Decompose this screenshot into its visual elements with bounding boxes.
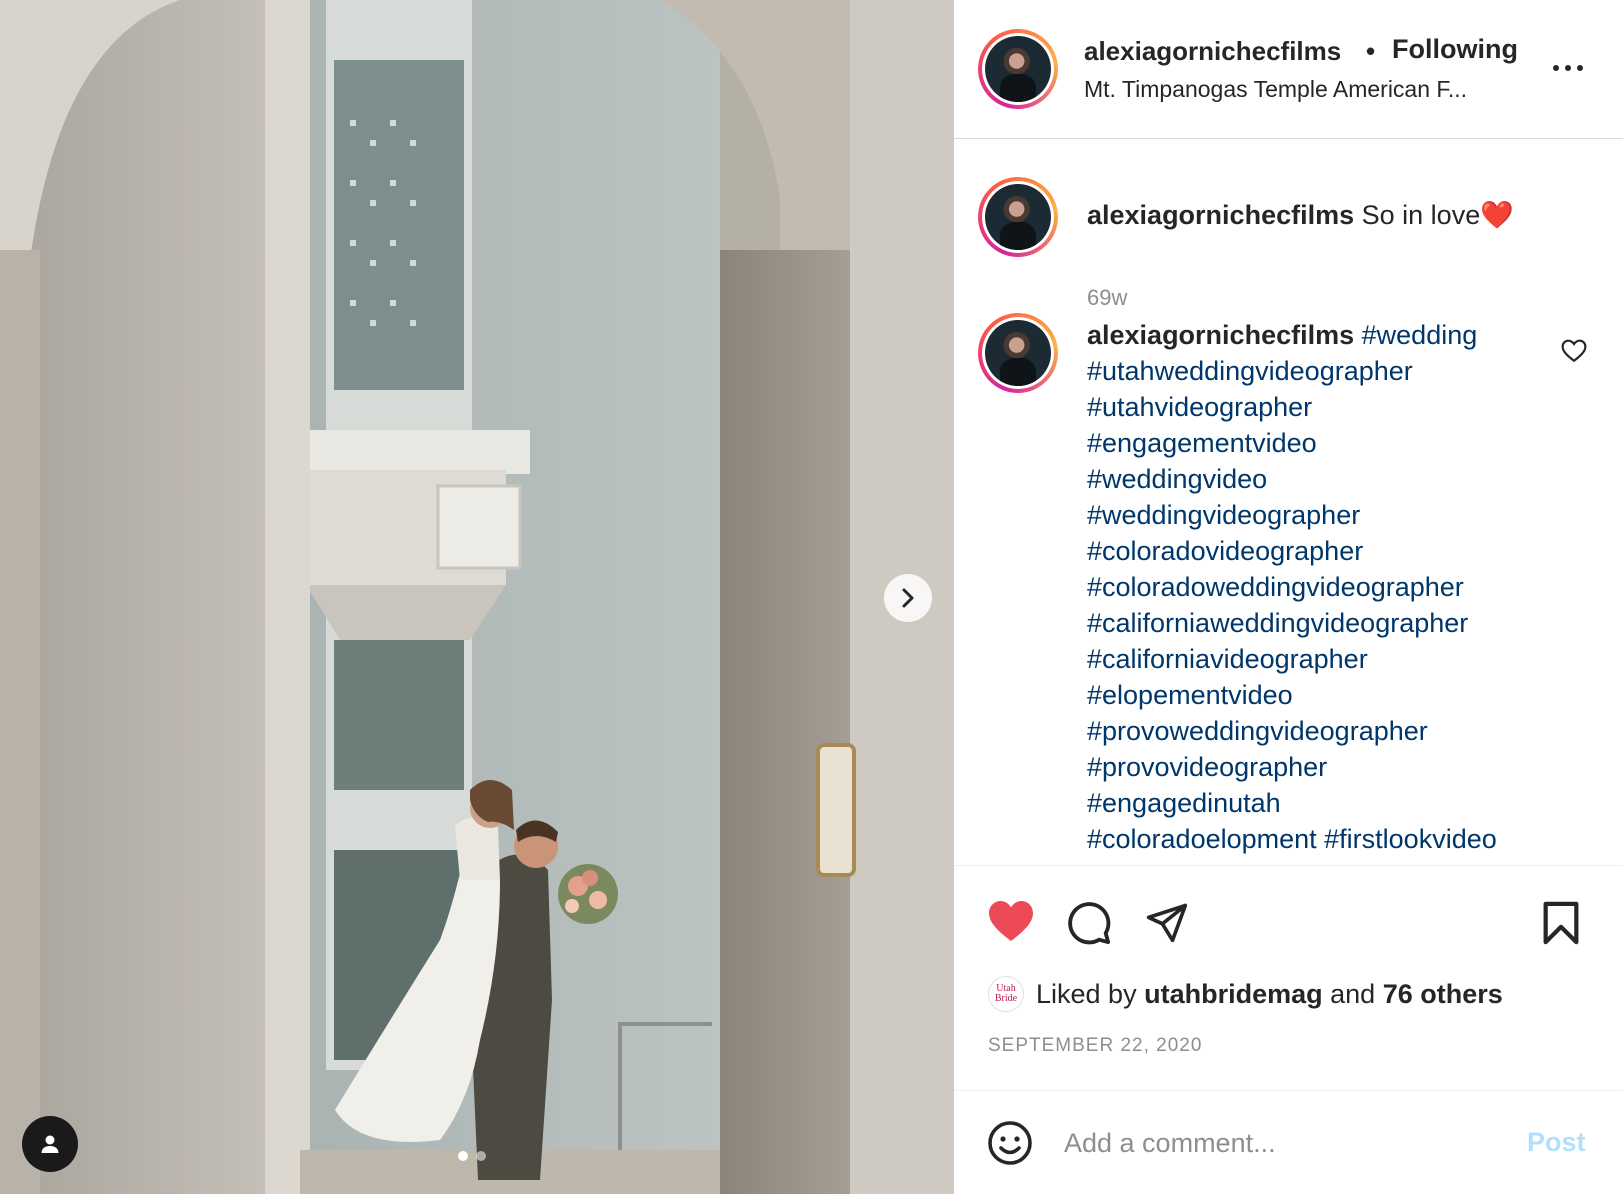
post-header: alexiagornichecfilms • Following Mt. Tim…: [954, 0, 1623, 139]
hashtag-link[interactable]: #weddingvideo: [1087, 461, 1557, 497]
hashtag-link[interactable]: #engagedinutah: [1087, 785, 1557, 821]
carousel-dot: [476, 1151, 486, 1161]
smiley-icon[interactable]: [986, 1119, 1034, 1167]
liker-avatar[interactable]: Utah Bride: [988, 976, 1024, 1012]
hashtag-link[interactable]: #californiaweddingvideographer: [1087, 605, 1557, 641]
post-photo[interactable]: [0, 0, 954, 1194]
hashtag-link[interactable]: #utahweddingvideographer: [1087, 353, 1557, 389]
likes-text: Liked by utahbridemag and 76 others: [1036, 978, 1503, 1009]
carousel-indicator: [458, 1151, 486, 1161]
comment-like-heart-icon[interactable]: [1561, 339, 1587, 363]
person-icon: [41, 1135, 59, 1153]
author-avatar[interactable]: [978, 29, 1058, 109]
hashtag-link[interactable]: #weddingvideographer: [1087, 497, 1557, 533]
hashtag-link[interactable]: #californiavideographer: [1087, 641, 1557, 677]
post-actions: Utah Bride Liked by utahbridemag and 76 …: [954, 865, 1623, 1090]
chevron-right-icon: [902, 588, 914, 608]
author-username[interactable]: alexiagornichecfilms: [1084, 36, 1341, 67]
caption-username[interactable]: alexiagornichecfilms: [1087, 200, 1354, 230]
hashtag-link[interactable]: #provoweddingvideographer: [1087, 713, 1557, 749]
post-location[interactable]: Mt. Timpanogas Temple American F...: [1084, 76, 1514, 103]
hashtag-link[interactable]: #coloradoweddingvideographer: [1087, 569, 1557, 605]
likes-summary: Utah Bride Liked by utahbridemag and 76 …: [988, 974, 1503, 1014]
hashtag-link[interactable]: #utahvideographer: [1087, 389, 1557, 425]
comment-bubble-icon[interactable]: [1066, 900, 1112, 946]
liker-username[interactable]: utahbridemag: [1144, 979, 1323, 1009]
paper-plane-icon[interactable]: [1144, 900, 1190, 944]
hashtag-link[interactable]: #wedding: [1362, 320, 1478, 350]
hashtag-link[interactable]: #provovideographer: [1087, 749, 1557, 785]
wedding-couple-photo: [0, 0, 954, 1194]
caption-timestamp[interactable]: 69w: [1087, 285, 1127, 311]
carousel-next-button[interactable]: [884, 574, 932, 622]
following-button[interactable]: Following: [1392, 34, 1518, 65]
hashtag-link[interactable]: #elopementvideo: [1087, 677, 1557, 713]
separator-dot: •: [1366, 36, 1376, 66]
comment-username[interactable]: alexiagornichecfilms: [1087, 320, 1354, 350]
hashtag-link[interactable]: #engagementvideo: [1087, 425, 1557, 461]
more-options-button[interactable]: [1546, 54, 1590, 82]
post-side-panel: alexiagornichecfilms • Following Mt. Tim…: [954, 0, 1623, 1194]
comment-avatar[interactable]: [978, 313, 1058, 393]
hashtag-link[interactable]: #coloradoelopment #firstlookvideo: [1087, 821, 1557, 857]
add-comment-bar: Post: [954, 1090, 1623, 1194]
carousel-dot-active: [458, 1151, 468, 1161]
likes-others-link[interactable]: 76 others: [1383, 979, 1503, 1009]
ellipsis-icon: [1553, 65, 1559, 71]
caption-avatar[interactable]: [978, 177, 1058, 257]
post-comment-button[interactable]: Post: [1527, 1127, 1586, 1158]
comment-input[interactable]: [1064, 1121, 1494, 1165]
heart-filled-icon[interactable]: [986, 899, 1036, 943]
bookmark-icon[interactable]: [1541, 900, 1581, 946]
caption-text-block: alexiagornichecfilms So in love❤️: [1087, 197, 1607, 233]
tagged-users-button[interactable]: [22, 1116, 78, 1172]
hashtag-link[interactable]: #coloradovideographer: [1087, 533, 1557, 569]
hashtag-comment-text: alexiagornichecfilms #wedding #utahweddi…: [1087, 317, 1557, 857]
comments-section: alexiagornichecfilms So in love❤️ 69w al…: [954, 139, 1623, 865]
post-date[interactable]: SEPTEMBER 22, 2020: [988, 1035, 1202, 1057]
caption-text: So in love❤️: [1361, 200, 1514, 230]
